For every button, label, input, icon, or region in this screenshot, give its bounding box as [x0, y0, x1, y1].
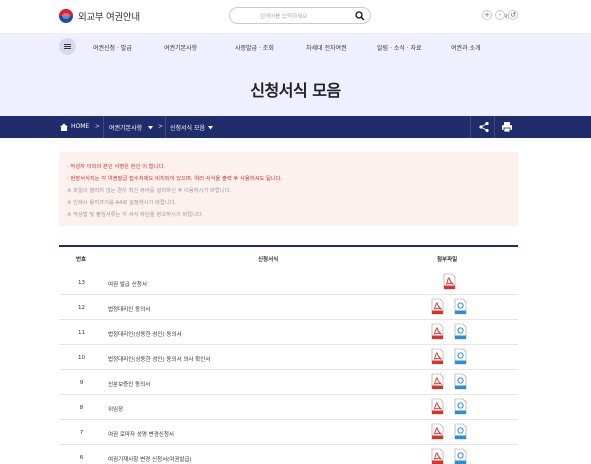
breadcrumb-divider	[103, 116, 104, 138]
notice-line: · 작성자 이외의 본인 서명은 본인 이 합니다.	[67, 164, 165, 170]
search-icon[interactable]	[355, 11, 365, 21]
top-header: 외교부 여권안내 검색어를 입력하세요 글자크기 + - ↺	[0, 0, 591, 33]
pdf-file-icon[interactable]	[431, 448, 444, 464]
row-form-title: 법정대리인(상동한 성인) 동의서	[108, 332, 182, 338]
row-number: 9	[79, 380, 84, 386]
gnb-item-passport-apply[interactable]: 여권신청 · 발급	[93, 43, 132, 52]
row-form-title: 법정대리인(상동한 성인) 동의서 의사 확인서	[108, 357, 211, 363]
row-form-title: 여권기재사항 변경 신청서(여권발급)	[108, 457, 192, 463]
notice-line: ※ 작성법 및 붙임서류는 각 서식 하단을 참고하시기 바랍니다.	[67, 212, 204, 218]
zoom-reset-button[interactable]: ↺	[508, 10, 518, 20]
gnb-item-news[interactable]: 알림 · 소식 · 자료	[377, 43, 422, 52]
row-number: 10	[78, 355, 85, 361]
pdf-file-icon[interactable]	[431, 298, 444, 315]
table-row: 6 여권기재사항 변경 신청서(여권발급)	[59, 445, 518, 464]
logo-text: 외교부 여권안내	[78, 12, 140, 23]
home-icon[interactable]	[59, 122, 69, 132]
table-row: 12 법정대리인 동의서	[59, 295, 518, 320]
notice-line: · 현장서식지는 각 여권발급 접수처에도 비치되어 있으며, 여러 서식을 출…	[67, 176, 283, 182]
row-form-title: 여권 발급 신청서	[108, 282, 147, 288]
row-number: 8	[79, 405, 84, 411]
hwp-file-icon[interactable]	[454, 323, 467, 340]
row-form-title: 여권 로마자 성명 변경신청서	[108, 432, 174, 438]
row-number: 6	[79, 455, 84, 461]
column-header-num: 번호	[76, 257, 87, 263]
gnb-item-about[interactable]: 여권과 소개	[451, 43, 481, 52]
chevron-down-icon	[148, 125, 153, 130]
site-logo[interactable]: 외교부 여권안내	[59, 9, 140, 23]
search-placeholder: 검색어를 입력하세요	[260, 14, 308, 20]
bar-divider	[494, 116, 495, 138]
table-row: 10 법정대리인(상동한 성인) 동의서 의사 확인서	[59, 345, 518, 370]
breadcrumb-level2[interactable]: 신청서식 모음	[170, 123, 205, 132]
pdf-file-icon[interactable]	[431, 348, 444, 365]
row-number: 12	[78, 305, 85, 311]
chevron-down-icon	[208, 125, 213, 130]
breadcrumb-home[interactable]: HOME	[71, 123, 89, 130]
row-form-title: 신분보증인 동의서	[108, 382, 151, 388]
page-title: 신청서식 모음	[250, 81, 341, 100]
breadcrumb-level1[interactable]: 여권기본사항	[109, 123, 142, 132]
bar-divider	[470, 116, 471, 138]
hwp-file-icon[interactable]	[454, 298, 467, 315]
table-top-border	[59, 245, 518, 247]
hamburger-icon[interactable]	[59, 38, 76, 55]
print-icon[interactable]	[501, 121, 513, 133]
table-row: 9 신분보증인 동의서	[59, 370, 518, 395]
pdf-file-icon[interactable]	[431, 323, 444, 340]
row-number: 11	[78, 330, 85, 336]
hwp-file-icon[interactable]	[454, 398, 467, 415]
pdf-file-icon[interactable]	[443, 273, 456, 290]
hwp-file-icon[interactable]	[454, 348, 467, 365]
gnb-item-visa[interactable]: 사증발급 · 조회	[235, 43, 274, 52]
column-header-title: 신청서식	[258, 257, 279, 263]
row-form-title: 법정대리인 동의서	[108, 307, 151, 313]
hwp-file-icon[interactable]	[454, 373, 467, 390]
main-navigation: 여권신청 · 발급 여권기본사항 사증발급 · 조회 차세대 전자여권 알림 ·…	[0, 33, 591, 60]
zoom-out-button[interactable]: -	[495, 10, 505, 20]
pdf-file-icon[interactable]	[431, 398, 444, 415]
table-row: 8 위임장	[59, 395, 518, 420]
breadcrumb: HOME > 여권기본사항 > 신청서식 모음	[0, 116, 591, 138]
table-row: 11 법정대리인(상동한 성인) 동의서	[59, 320, 518, 345]
notice-line: ※ 인쇄시 용지크기를 A4로 설정하시기 바랍니다.	[67, 200, 177, 206]
breadcrumb-separator: >	[95, 123, 101, 130]
breadcrumb-divider	[165, 116, 166, 138]
notice-box: · 작성자 이외의 본인 서명은 본인 이 합니다. · 현장서식지는 각 여권…	[59, 152, 518, 226]
table-row: 13 여권 발급 신청서	[59, 270, 518, 295]
hwp-file-icon[interactable]	[454, 448, 467, 464]
column-header-files: 첨부파일	[437, 257, 458, 263]
row-number: 13	[78, 280, 85, 286]
share-icon[interactable]	[478, 121, 490, 133]
hwp-file-icon[interactable]	[454, 423, 467, 440]
search-input[interactable]: 검색어를 입력하세요	[229, 7, 371, 24]
gnb-item-passport-basics[interactable]: 여권기본사항	[164, 43, 197, 52]
notice-line: ※ 파일이 열리지 않는 경우 최신 뷰어를 설치하신 후 이용하시기 바랍니다…	[67, 188, 232, 194]
pdf-file-icon[interactable]	[431, 373, 444, 390]
gnb-item-e-passport[interactable]: 차세대 전자여권	[306, 43, 347, 52]
zoom-in-button[interactable]: +	[482, 10, 492, 20]
page-hero: 신청서식 모음	[0, 60, 591, 116]
row-form-title: 위임장	[108, 407, 124, 413]
table-row: 7 여권 로마자 성명 변경신청서	[59, 420, 518, 445]
row-number: 7	[79, 430, 84, 436]
taegeuk-logo-icon	[59, 9, 73, 23]
pdf-file-icon[interactable]	[431, 423, 444, 440]
breadcrumb-separator: >	[158, 123, 164, 130]
